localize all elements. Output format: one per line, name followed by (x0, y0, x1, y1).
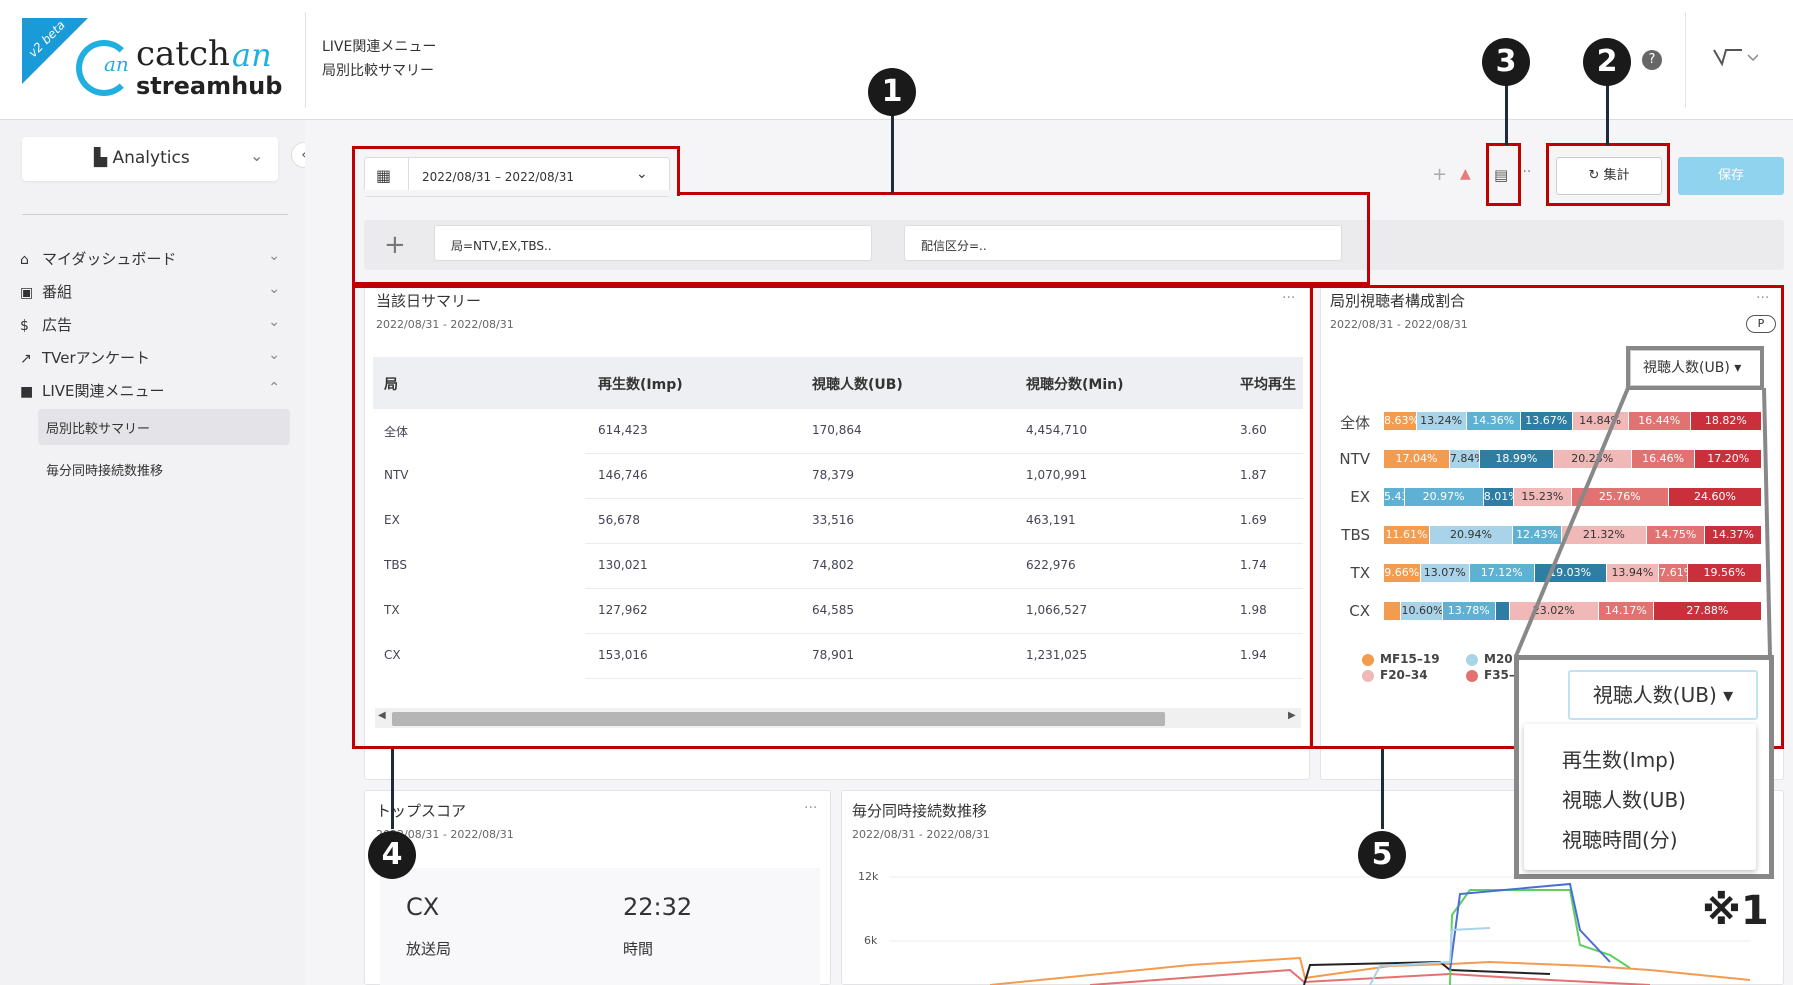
dollar-icon: $ (20, 318, 29, 334)
annotation-box-1-top (352, 146, 680, 196)
annotation-box-2 (1546, 143, 1670, 206)
annotation-box-4 (352, 285, 1313, 749)
top-time: 22:32 (623, 893, 693, 921)
annotation-number-5: 5 (1358, 831, 1406, 879)
y-tick-6k: 6k (864, 934, 878, 947)
header-divider-right (1685, 12, 1686, 108)
concurrent-title: 毎分同時接続数推移 (852, 802, 988, 820)
bar-chart-icon: ▙ (94, 148, 113, 168)
annotation-line-1 (891, 115, 894, 193)
sidebar-item-tver-survey[interactable]: ↗ TVerアンケート ⌄ (20, 347, 280, 371)
option-imp[interactable]: 再生数(Imp) (1562, 744, 1676, 773)
top-station-label: 放送局 (406, 940, 452, 958)
annotation-mask (355, 190, 677, 196)
chevron-up-icon: ⌃ (268, 380, 280, 396)
option-minutes[interactable]: 視聴時間(分) (1562, 824, 1678, 853)
annotation-box-3 (1486, 143, 1521, 206)
annotation-line-5 (1381, 749, 1384, 829)
add-widget-icon[interactable]: + (1432, 164, 1447, 185)
sidebar-item-dashboard[interactable]: ⌂ マイダッシュボード ⌄ (20, 248, 280, 272)
annotation-line-4 (391, 749, 394, 829)
concurrent-line-chart (890, 876, 1751, 985)
save-button[interactable]: 保存 (1678, 157, 1784, 195)
annotation-line-3 (1505, 85, 1508, 145)
series-line (1089, 968, 1651, 985)
concurrent-date: 2022/08/31 - 2022/08/31 (852, 828, 990, 841)
top-time-label: 時間 (623, 940, 654, 958)
caret-down-icon: ▾ (1723, 683, 1734, 707)
chevron-down-icon: ⌄ (268, 314, 280, 330)
analytics-label: ▙ Analytics (94, 148, 190, 168)
logo-an: an (104, 52, 129, 76)
annotation-number-3: 3 (1482, 38, 1530, 86)
chevron-down-icon: ⌄ (268, 347, 280, 363)
home-icon: ⌂ (20, 252, 29, 268)
zoom-connector (1514, 388, 1772, 657)
series-line (1449, 882, 1611, 971)
logo-an-suffix: an (232, 36, 272, 74)
help-icon[interactable]: ? (1642, 50, 1662, 70)
sidebar-divider (22, 214, 288, 215)
breadcrumb-parent[interactable]: LIVE関連メニュー (322, 36, 436, 56)
chevron-down-icon: ⌄ (268, 248, 280, 264)
more-icon[interactable]: ··· (804, 800, 817, 816)
video-icon: ■ (20, 384, 34, 400)
chevron-down-icon: ⌄ (268, 281, 280, 297)
user-menu-icon[interactable] (1712, 46, 1759, 76)
sidebar-item-ads[interactable]: $ 広告 ⌄ (20, 314, 280, 338)
breadcrumb-current: 局別比較サマリー (322, 63, 434, 79)
logo-catch: catch (136, 34, 230, 74)
zoom-source-box (1626, 346, 1764, 390)
top-station: CX (406, 893, 440, 921)
series-line (989, 956, 1751, 985)
chevron-down-icon: ⌄ (250, 146, 264, 165)
top-score-title: トップスコア (376, 802, 467, 820)
sidebar-subitem-station-summary[interactable]: 局別比較サマリー (46, 418, 150, 437)
sidebar-item-programs[interactable]: ▣ 番組 ⌄ (20, 281, 280, 305)
y-tick-12k: 12k (858, 870, 879, 883)
annotation-number-4: 4 (368, 831, 416, 879)
tv-icon: ▣ (20, 285, 34, 301)
logo-streamhub: streamhub (136, 72, 283, 100)
annotation-line-2 (1606, 85, 1609, 145)
line-chart-icon: ↗ (20, 351, 32, 367)
annotation-box-1 (352, 192, 1370, 285)
lock-icon[interactable]: ▲ (1460, 166, 1471, 182)
option-ub[interactable]: 視聴人数(UB) (1562, 784, 1686, 813)
header-divider (305, 12, 306, 108)
zoom-metric-dropdown[interactable]: 視聴人数(UB) ▾ (1568, 670, 1758, 720)
annotation-number-2: 2 (1583, 38, 1631, 86)
sidebar-subitem-concurrent[interactable]: 毎分同時接続数推移 (46, 460, 163, 479)
annotation-number-1: 1 (868, 68, 916, 116)
sidebar-item-live[interactable]: ■ LIVE関連メニュー ⌃ (20, 380, 280, 404)
top-score-body (380, 868, 820, 985)
note-mark: ※1 (1702, 888, 1769, 934)
